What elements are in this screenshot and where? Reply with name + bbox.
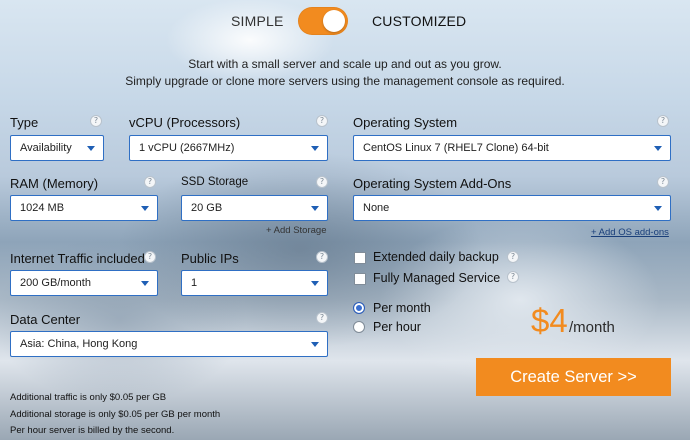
per-hour-label[interactable]: Per hour bbox=[373, 320, 421, 334]
public-ips-select[interactable]: 1 bbox=[181, 270, 328, 296]
os-addons-select-value: None bbox=[363, 202, 390, 214]
vcpu-select[interactable]: 1 vCPU (2667MHz) bbox=[129, 135, 328, 161]
ram-help-icon[interactable]: ? bbox=[144, 176, 156, 188]
os-help-icon[interactable]: ? bbox=[657, 115, 669, 127]
chevron-down-icon bbox=[311, 146, 319, 151]
backup-label[interactable]: Extended daily backup bbox=[373, 250, 499, 264]
chevron-down-icon bbox=[654, 206, 662, 211]
managed-service-checkbox[interactable] bbox=[354, 273, 366, 285]
toggle-knob bbox=[323, 10, 345, 32]
add-storage-link[interactable]: + Add Storage bbox=[266, 225, 326, 236]
mode-customized-label[interactable]: CUSTOMIZED bbox=[372, 13, 466, 29]
type-label: Type bbox=[10, 115, 39, 130]
chevron-down-icon bbox=[654, 146, 662, 151]
chevron-down-icon bbox=[87, 146, 95, 151]
traffic-select[interactable]: 200 GB/month bbox=[10, 270, 158, 296]
os-label: Operating System bbox=[353, 115, 458, 130]
datacenter-label: Data Center bbox=[10, 312, 81, 327]
footnote-storage: Additional storage is only $0.05 per GB … bbox=[10, 409, 221, 420]
intro-line-1: Start with a small server and scale up a… bbox=[188, 57, 502, 71]
type-select[interactable]: Availability bbox=[10, 135, 104, 161]
os-select[interactable]: CentOS Linux 7 (RHEL7 Clone) 64-bit bbox=[353, 135, 671, 161]
datacenter-select[interactable]: Asia: China, Hong Kong bbox=[10, 331, 328, 357]
public-ips-select-value: 1 bbox=[191, 277, 198, 289]
price-amount: $4 bbox=[531, 302, 568, 339]
traffic-select-value: 200 GB/month bbox=[20, 277, 91, 289]
chevron-down-icon bbox=[141, 206, 149, 211]
pricing-configurator: { "header": { "mode_simple": "SIMPLE", "… bbox=[0, 0, 690, 440]
traffic-label: Internet Traffic included bbox=[10, 251, 145, 266]
traffic-help-icon[interactable]: ? bbox=[144, 251, 156, 263]
datacenter-help-icon[interactable]: ? bbox=[316, 312, 328, 324]
ssd-help-icon[interactable]: ? bbox=[316, 176, 328, 188]
price-unit: /month bbox=[569, 319, 615, 336]
os-addons-label: Operating System Add-Ons bbox=[353, 176, 512, 191]
vcpu-select-value: 1 vCPU (2667MHz) bbox=[139, 142, 235, 154]
public-ips-label: Public IPs bbox=[181, 251, 239, 266]
add-os-addons-link[interactable]: + Add OS add-ons bbox=[591, 227, 669, 238]
chevron-down-icon bbox=[311, 206, 319, 211]
managed-service-label[interactable]: Fully Managed Service bbox=[373, 271, 500, 285]
os-select-value: CentOS Linux 7 (RHEL7 Clone) 64-bit bbox=[363, 142, 549, 154]
public-ips-help-icon[interactable]: ? bbox=[316, 251, 328, 263]
ram-select[interactable]: 1024 MB bbox=[10, 195, 158, 221]
managed-service-help-icon[interactable]: ? bbox=[507, 271, 519, 283]
per-month-radio[interactable] bbox=[353, 302, 365, 314]
os-addons-select[interactable]: None bbox=[353, 195, 671, 221]
per-hour-radio[interactable] bbox=[353, 321, 365, 333]
footnote-hourly-billing: Per hour server is billed by the second. bbox=[10, 425, 175, 436]
backup-checkbox[interactable] bbox=[354, 252, 366, 264]
chevron-down-icon bbox=[311, 281, 319, 286]
type-select-value: Availability bbox=[20, 142, 72, 154]
mode-simple-label[interactable]: SIMPLE bbox=[231, 13, 284, 29]
chevron-down-icon bbox=[141, 281, 149, 286]
type-help-icon[interactable]: ? bbox=[90, 115, 102, 127]
per-month-label[interactable]: Per month bbox=[373, 301, 431, 315]
footnote-traffic: Additional traffic is only $0.05 per GB bbox=[10, 392, 167, 403]
chevron-down-icon bbox=[311, 342, 319, 347]
vcpu-help-icon[interactable]: ? bbox=[316, 115, 328, 127]
ram-label: RAM (Memory) bbox=[10, 176, 99, 191]
ssd-label: SSD Storage bbox=[181, 176, 249, 188]
mode-toggle[interactable] bbox=[298, 7, 348, 35]
vcpu-label: vCPU (Processors) bbox=[129, 115, 241, 130]
datacenter-select-value: Asia: China, Hong Kong bbox=[20, 338, 138, 350]
os-addons-help-icon[interactable]: ? bbox=[657, 176, 669, 188]
backup-help-icon[interactable]: ? bbox=[507, 251, 519, 263]
create-server-button[interactable]: Create Server >> bbox=[476, 358, 671, 396]
ssd-select-value: 20 GB bbox=[191, 202, 223, 214]
ram-select-value: 1024 MB bbox=[20, 202, 65, 214]
intro-line-2: Simply upgrade or clone more servers usi… bbox=[125, 74, 565, 88]
ssd-select[interactable]: 20 GB bbox=[181, 195, 328, 221]
